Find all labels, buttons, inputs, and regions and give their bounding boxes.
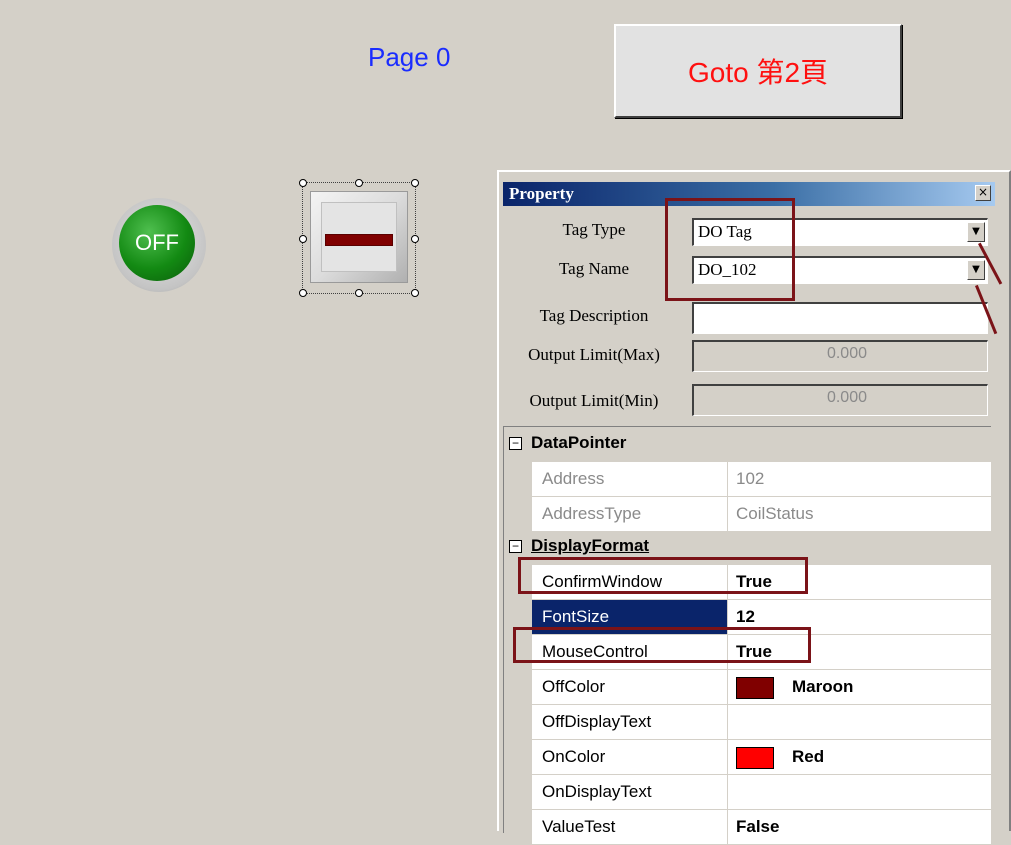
- color-name: Red: [792, 747, 825, 766]
- property-value[interactable]: True: [728, 565, 991, 599]
- property-value[interactable]: True: [728, 635, 991, 669]
- property-value[interactable]: 12: [728, 600, 991, 634]
- property-value[interactable]: [728, 705, 991, 739]
- chevron-down-icon[interactable]: ▼: [967, 222, 985, 242]
- output-max-field[interactable]: 0.000: [692, 340, 988, 372]
- close-icon[interactable]: ×: [975, 185, 991, 201]
- resize-handle-top-right[interactable]: [411, 179, 419, 187]
- property-name: ValueTest: [532, 810, 728, 844]
- tag-type-value: DO Tag: [698, 222, 752, 241]
- goto-page-2-button[interactable]: Goto 第2頁: [614, 24, 902, 118]
- property-value: CoilStatus: [736, 504, 814, 523]
- category-label: DataPointer: [531, 433, 627, 452]
- category-displayformat[interactable]: − DisplayFormat: [504, 532, 991, 565]
- property-name: MouseControl: [532, 635, 728, 669]
- switch-indicator-bar: [325, 234, 393, 246]
- tag-description-field[interactable]: [692, 302, 988, 334]
- property-row-oncolor[interactable]: OnColor Red: [532, 740, 991, 775]
- color-swatch: [736, 746, 774, 769]
- property-value[interactable]: Maroon: [728, 670, 991, 704]
- category-datapointer[interactable]: − DataPointer: [504, 427, 991, 462]
- resize-handle-top-center[interactable]: [355, 179, 363, 187]
- property-name: FontSize: [532, 600, 728, 634]
- property-row-confirmwindow[interactable]: ConfirmWindow True: [532, 565, 991, 600]
- property-value[interactable]: [728, 775, 991, 809]
- property-row-addresstype[interactable]: AddressType CoilStatus: [532, 497, 991, 532]
- tag-type-select[interactable]: DO Tag ▼: [692, 218, 988, 246]
- page-title: Page 0: [368, 42, 451, 72]
- property-name: Address: [532, 462, 728, 496]
- property-name: ConfirmWindow: [532, 565, 728, 599]
- output-min-label: Output Limit(Min): [529, 391, 659, 410]
- property-value[interactable]: Red: [728, 740, 991, 774]
- property-value[interactable]: False: [728, 810, 991, 844]
- output-min-field[interactable]: 0.000: [692, 384, 988, 416]
- property-title: Property: [509, 184, 574, 203]
- property-row-valuetest[interactable]: ValueTest False: [532, 810, 991, 845]
- chevron-down-icon[interactable]: ▼: [967, 260, 985, 280]
- collapse-icon[interactable]: −: [509, 540, 522, 553]
- property-value: 102: [736, 469, 765, 488]
- output-min-value: 0.000: [826, 389, 867, 406]
- output-max-value: 0.000: [826, 345, 867, 362]
- category-label: DisplayFormat: [531, 536, 650, 555]
- property-grid: − DataPointer Address 102 AddressType Co…: [503, 426, 991, 845]
- property-row-ondisplaytext[interactable]: OnDisplayText: [532, 775, 991, 810]
- lamp-off-label: OFF: [119, 205, 195, 281]
- property-titlebar[interactable]: Property ×: [503, 182, 995, 206]
- tag-name-label: Tag Name: [558, 259, 630, 278]
- property-row-mousecontrol[interactable]: MouseControl True: [532, 635, 991, 670]
- property-name: OffColor: [532, 670, 728, 704]
- collapse-icon[interactable]: −: [509, 437, 522, 450]
- property-row-address[interactable]: Address 102: [532, 462, 991, 497]
- property-panel: Property × Tag Type DO Tag ▼ Tag Name DO…: [497, 170, 1011, 845]
- color-name: Maroon: [792, 677, 854, 696]
- property-row-offdisplaytext[interactable]: OffDisplayText: [532, 705, 991, 740]
- status-lamp[interactable]: OFF: [112, 198, 206, 292]
- selected-switch-control[interactable]: [299, 179, 419, 297]
- tag-name-value: DO_102: [698, 260, 757, 279]
- output-max-label: Output Limit(Max): [528, 345, 660, 364]
- property-row-offcolor[interactable]: OffColor Maroon: [532, 670, 991, 705]
- resize-handle-middle-left[interactable]: [299, 235, 307, 243]
- tag-description-label: Tag Description: [539, 306, 649, 325]
- tag-type-label: Tag Type: [562, 220, 626, 239]
- switch-body: [310, 191, 408, 283]
- resize-handle-bottom-center[interactable]: [355, 289, 363, 297]
- resize-handle-top-left[interactable]: [299, 179, 307, 187]
- property-name: OffDisplayText: [532, 705, 728, 739]
- resize-handle-bottom-right[interactable]: [411, 289, 419, 297]
- resize-handle-middle-right[interactable]: [411, 235, 419, 243]
- property-name: OnDisplayText: [532, 775, 728, 809]
- resize-handle-bottom-left[interactable]: [299, 289, 307, 297]
- color-swatch: [736, 676, 774, 699]
- property-name: AddressType: [532, 497, 728, 531]
- tag-name-select[interactable]: DO_102 ▼: [692, 256, 988, 284]
- property-row-fontsize[interactable]: FontSize 12: [532, 600, 991, 635]
- property-name: OnColor: [532, 740, 728, 774]
